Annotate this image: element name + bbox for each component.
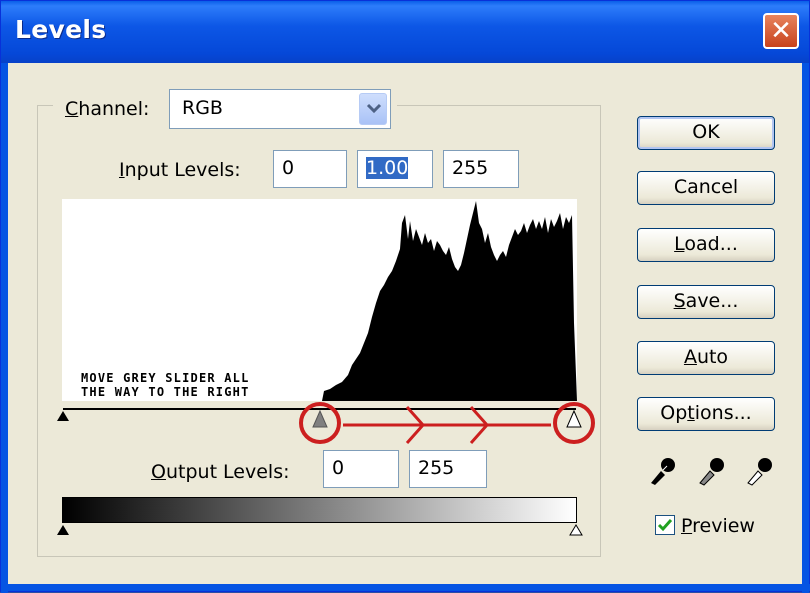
annotation-line-1: MOVE GREY SLIDER ALL bbox=[81, 371, 250, 385]
window-title: Levels bbox=[15, 15, 107, 44]
output-levels-label: Output Levels: bbox=[151, 461, 290, 483]
save-button[interactable]: Save... bbox=[637, 285, 775, 319]
output-slider-track[interactable] bbox=[51, 523, 596, 543]
cancel-button[interactable]: Cancel bbox=[637, 171, 775, 205]
dropdown-button[interactable] bbox=[359, 93, 387, 125]
chevron-down-icon bbox=[366, 103, 382, 114]
close-icon: ✕ bbox=[770, 16, 792, 46]
black-point-eyedropper-icon[interactable] bbox=[647, 453, 677, 487]
channel-value: RGB bbox=[182, 97, 223, 119]
levels-dialog: Levels ✕ Channel: RGB Input Levels: 0 1.… bbox=[0, 0, 810, 593]
channel-label: Channel: bbox=[65, 98, 150, 120]
window-frame-left bbox=[1, 63, 8, 593]
ok-button[interactable]: OK bbox=[637, 116, 775, 150]
load-button[interactable]: Load... bbox=[637, 228, 775, 262]
options-button[interactable]: Options... bbox=[637, 397, 775, 431]
output-gradient-bar bbox=[62, 497, 577, 523]
close-button[interactable]: ✕ bbox=[763, 13, 799, 49]
output-black-field[interactable]: 0 bbox=[323, 450, 399, 488]
input-white-field[interactable]: 255 bbox=[443, 150, 519, 188]
window-frame-bottom bbox=[1, 584, 810, 591]
preview-label[interactable]: Preview bbox=[681, 515, 755, 537]
checkmark-icon bbox=[657, 519, 673, 532]
white-point-slider[interactable] bbox=[566, 409, 582, 428]
gray-point-eyedropper-icon[interactable] bbox=[696, 453, 726, 487]
channel-select[interactable]: RGB bbox=[169, 89, 391, 129]
output-white-field[interactable]: 255 bbox=[409, 450, 487, 488]
preview-checkbox[interactable] bbox=[655, 515, 675, 535]
input-levels-label: Input Levels: bbox=[119, 159, 241, 181]
output-white-slider[interactable] bbox=[569, 524, 583, 536]
window-frame-right bbox=[802, 63, 809, 593]
auto-button[interactable]: Auto bbox=[637, 341, 775, 375]
input-gamma-field[interactable]: 1.00 bbox=[357, 150, 433, 188]
input-gamma-value: 1.00 bbox=[366, 157, 409, 179]
white-point-eyedropper-icon[interactable] bbox=[744, 453, 774, 487]
output-black-slider[interactable] bbox=[57, 525, 69, 535]
black-point-slider[interactable] bbox=[57, 411, 69, 421]
gray-point-slider[interactable] bbox=[312, 409, 328, 428]
input-slider-track[interactable] bbox=[51, 397, 596, 445]
input-black-field[interactable]: 0 bbox=[273, 150, 347, 188]
title-bar[interactable]: Levels ✕ bbox=[1, 1, 809, 63]
